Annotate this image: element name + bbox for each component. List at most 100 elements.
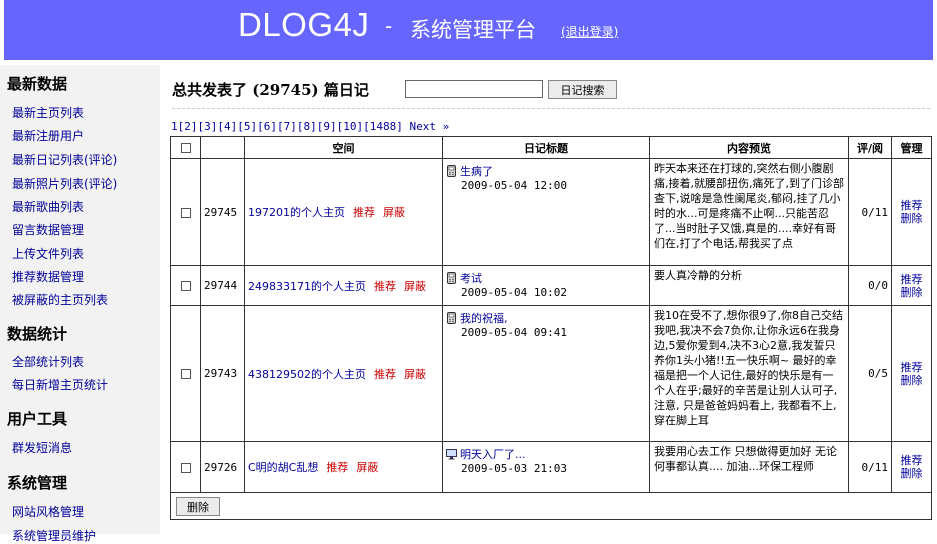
- sidebar-link[interactable]: 网站风格管理: [12, 503, 84, 520]
- page-link[interactable]: [10]: [337, 120, 364, 133]
- page-link[interactable]: [5]: [237, 120, 257, 133]
- diary-preview: 昨天本来还在打球的,突然右侧小腹剧痛,接着,就腰部扭伤,痛死了,到了门诊部查下,…: [649, 158, 849, 266]
- table-row: 29745 197201的个人主页 推荐 屏蔽 生病了 2009-05-04 12:00 昨…: [170, 158, 932, 266]
- page-link[interactable]: [6]: [257, 120, 277, 133]
- header-comments-views: 评/阅: [848, 136, 892, 159]
- select-all-checkbox[interactable]: [180, 143, 191, 153]
- sidebar-section-title: 用户工具: [7, 410, 68, 428]
- block-space-link[interactable]: 屏蔽: [404, 280, 426, 293]
- header-preview: 内容预览: [649, 136, 849, 159]
- table-row: 29744 249833171的个人主页 推荐 屏蔽 考试 2009-05-04 10:0…: [170, 265, 932, 306]
- sidebar-link[interactable]: 群发短消息: [12, 439, 72, 456]
- diary-title-link[interactable]: 明天入厂了...: [460, 448, 526, 461]
- sidebar-link[interactable]: 最新日记列表(评论): [12, 151, 117, 168]
- recommend-space-link[interactable]: 推荐: [374, 368, 396, 381]
- divider: [172, 108, 930, 109]
- page-link[interactable]: Next »: [410, 120, 450, 133]
- total-diary-count: 总共发表了 (29745) 篇日记: [172, 81, 369, 99]
- delete-diary-link[interactable]: 删除: [895, 467, 928, 480]
- space-link[interactable]: 249833171的个人主页: [248, 280, 366, 293]
- brand-logo: DLOG4J: [238, 6, 370, 43]
- row-space-cell: 438129502的个人主页 推荐 屏蔽: [244, 305, 443, 442]
- sidebar-link[interactable]: 留言数据管理: [12, 221, 84, 238]
- row-manage-cell: 推荐 删除: [891, 265, 932, 306]
- sidebar: 最新数据最新主页列表 最新注册用户最新日记列表(评论) 最新照片列表(评论) 最新歌曲…: [0, 65, 160, 543]
- diary-title-link[interactable]: 生病了: [460, 165, 493, 178]
- delete-selected-button[interactable]: 删除: [176, 497, 220, 516]
- row-manage-cell: 推荐 删除: [891, 441, 932, 493]
- page-link[interactable]: [4]: [217, 120, 237, 133]
- platform-title: 系统管理平台: [410, 18, 536, 42]
- page-link[interactable]: [3]: [198, 120, 218, 133]
- space-link[interactable]: 197201的个人主页: [248, 206, 345, 219]
- diary-time: 2009-05-04 10:02: [461, 286, 567, 299]
- row-checkbox[interactable]: [180, 369, 191, 379]
- header-id: [200, 136, 245, 159]
- row-id: 29745: [200, 158, 245, 266]
- sidebar-link[interactable]: 每日新增主页统计: [12, 376, 108, 393]
- header-bar: DLOG4J - 系统管理平台 (退出登录): [4, 0, 933, 60]
- page-link[interactable]: [7]: [277, 120, 297, 133]
- recommend-diary-link[interactable]: 推荐: [895, 273, 928, 286]
- diary-preview: 我要用心去工作 只想做得更加好 无论何事都认真.... 加油...环保工程师: [649, 441, 849, 493]
- row-title-cell: 明天入厂了... 2009-05-03 21:03: [442, 441, 650, 493]
- phone-icon: [446, 272, 457, 284]
- sidebar-link[interactable]: 最新照片列表(评论): [12, 175, 117, 192]
- pagination: 1[2][3][4][5][6][7][8][9][10][1488] Next…: [171, 120, 449, 133]
- header-title: 日记标题: [442, 136, 650, 159]
- sidebar-link[interactable]: 被屏蔽的主页列表: [12, 291, 108, 308]
- logout-link[interactable]: (退出登录): [561, 23, 618, 40]
- space-link[interactable]: 438129502的个人主页: [248, 368, 366, 381]
- sidebar-section-title: 系统管理: [7, 474, 68, 492]
- row-id: 29743: [200, 305, 245, 442]
- diary-time: 2009-05-04 09:41: [461, 326, 567, 339]
- sidebar-section-title: 最新数据: [7, 75, 68, 93]
- row-space-cell: 249833171的个人主页 推荐 屏蔽: [244, 265, 443, 306]
- block-space-link[interactable]: 屏蔽: [383, 206, 405, 219]
- header-select: [170, 136, 201, 159]
- page-link[interactable]: [2]: [178, 120, 198, 133]
- delete-diary-link[interactable]: 删除: [895, 374, 928, 387]
- space-link[interactable]: C明的胡C乱想: [248, 461, 318, 474]
- row-checkbox[interactable]: [180, 207, 191, 218]
- sidebar-link[interactable]: 最新歌曲列表: [12, 198, 84, 215]
- diary-time: 2009-05-04 12:00: [461, 179, 567, 192]
- recommend-space-link[interactable]: 推荐: [353, 206, 375, 219]
- row-manage-cell: 推荐 删除: [891, 305, 932, 442]
- page-link[interactable]: 1: [171, 120, 178, 133]
- delete-diary-link[interactable]: 删除: [895, 212, 928, 225]
- table-header-row: 空间 日记标题 内容预览 评/阅 管理: [170, 136, 932, 159]
- comments-views-count: 0/5: [848, 305, 892, 442]
- recommend-diary-link[interactable]: 推荐: [895, 454, 928, 467]
- block-space-link[interactable]: 屏蔽: [404, 368, 426, 381]
- delete-diary-link[interactable]: 删除: [895, 286, 928, 299]
- block-space-link[interactable]: 屏蔽: [356, 461, 378, 474]
- row-title-cell: 生病了 2009-05-04 12:00: [442, 158, 650, 266]
- sidebar-link[interactable]: 系统管理员维护: [12, 527, 96, 544]
- diary-search-button[interactable]: 日记搜索: [548, 80, 617, 99]
- diary-search-input[interactable]: [405, 80, 543, 98]
- recommend-space-link[interactable]: 推荐: [326, 461, 348, 474]
- comments-views-count: 0/11: [848, 441, 892, 493]
- phone-icon: [446, 165, 457, 177]
- recommend-diary-link[interactable]: 推荐: [895, 199, 928, 212]
- sidebar-link[interactable]: 推荐数据管理: [12, 268, 84, 285]
- row-title-cell: 我的祝福, 2009-05-04 09:41: [442, 305, 650, 442]
- table-row: 29726 C明的胡C乱想 推荐 屏蔽 明天入厂了... 2009-05-03 21:03…: [170, 441, 932, 493]
- row-checkbox[interactable]: [180, 462, 191, 473]
- sidebar-link[interactable]: 最新主页列表: [12, 104, 84, 121]
- sidebar-link[interactable]: 上传文件列表: [12, 245, 84, 262]
- row-checkbox[interactable]: [180, 281, 191, 291]
- row-id: 29726: [200, 441, 245, 493]
- page-link[interactable]: [9]: [317, 120, 337, 133]
- diary-title-link[interactable]: 我的祝福,: [460, 312, 508, 325]
- sidebar-link[interactable]: 全部统计列表: [12, 353, 84, 370]
- sidebar-section-title: 数据统计: [7, 325, 68, 343]
- page-link[interactable]: [1488]: [363, 120, 403, 133]
- monitor-icon: [446, 448, 457, 460]
- sidebar-link[interactable]: 最新注册用户: [12, 127, 84, 144]
- diary-title-link[interactable]: 考试: [460, 272, 482, 285]
- page-link[interactable]: [8]: [297, 120, 317, 133]
- recommend-space-link[interactable]: 推荐: [374, 280, 396, 293]
- recommend-diary-link[interactable]: 推荐: [895, 361, 928, 374]
